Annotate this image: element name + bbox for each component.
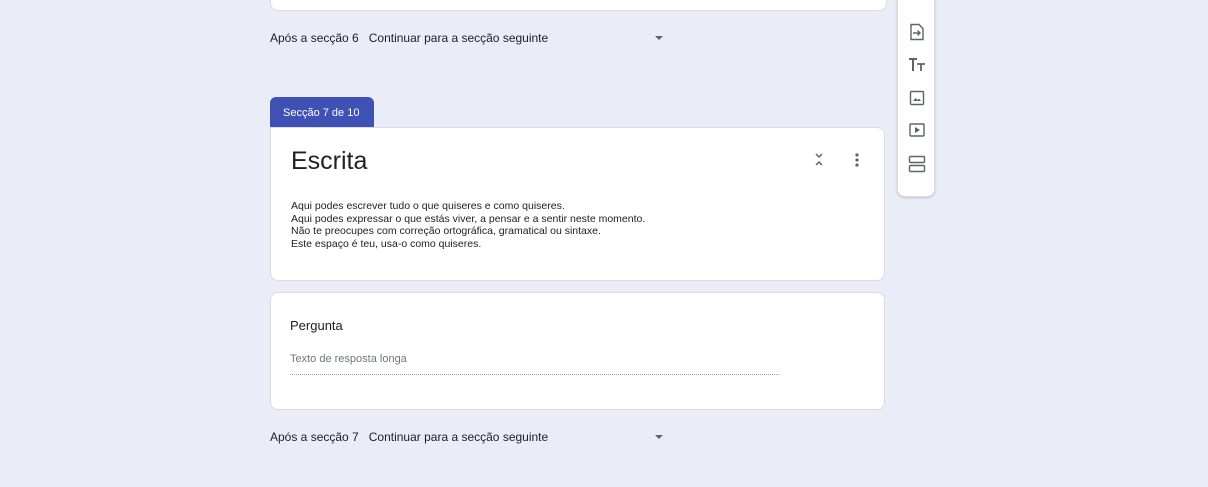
section-description[interactable]: Aqui podes escrever tudo o que quiseres … (291, 200, 645, 250)
more-vert-icon (855, 153, 859, 167)
section-tab-label: Secção 7 de 10 (283, 106, 360, 119)
add-image-icon (909, 90, 925, 106)
previous-section-card (270, 0, 887, 11)
question-card[interactable]: Pergunta Texto de resposta longa (270, 292, 885, 410)
description-line: Este espaço é teu, usa-o como quiseres. (291, 237, 482, 250)
add-image-button[interactable] (907, 88, 927, 108)
long-answer-field: Texto de resposta longa (290, 353, 779, 375)
after-section-7-label: Após a secção 7 (270, 430, 359, 444)
add-section-button[interactable] (907, 154, 927, 174)
after-section-7-selected-value: Continuar para a secção seguinte (368, 430, 549, 444)
after-section-6-select[interactable]: Continuar para a secção seguinte (369, 31, 667, 45)
more-options-button[interactable] (849, 150, 865, 172)
question-title[interactable]: Pergunta (290, 318, 343, 333)
description-line: Aqui podes expressar o que estás viver, … (291, 212, 646, 225)
import-questions-icon (910, 23, 924, 41)
after-section-6-navigation: Após a secção 6 Continuar para a secção … (270, 31, 667, 45)
description-line: Não te preocupes com correção ortográfic… (291, 225, 601, 237)
add-title-button[interactable] (907, 55, 927, 75)
add-video-button[interactable] (907, 120, 927, 140)
after-section-6-selected-value: Continuar para a secção seguinte (368, 31, 549, 45)
floating-toolbar (897, 0, 935, 197)
section-title[interactable]: Escrita (291, 147, 367, 176)
import-questions-button[interactable] (907, 22, 927, 42)
dropdown-arrow-icon (654, 435, 663, 439)
collapse-icon (815, 153, 823, 166)
section-tab: Secção 7 de 10 (270, 97, 374, 128)
dropdown-arrow-icon (654, 36, 663, 40)
add-video-icon (909, 123, 925, 137)
collapse-section-button[interactable] (811, 150, 827, 172)
after-section-6-label: Após a secção 6 (270, 31, 359, 45)
add-title-icon (909, 58, 925, 71)
add-section-icon (908, 155, 926, 173)
description-line: Aqui podes escrever tudo o que quiseres … (291, 200, 565, 212)
after-section-7-select[interactable]: Continuar para a secção seguinte (369, 430, 667, 444)
after-section-7-navigation: Após a secção 7 Continuar para a secção … (270, 430, 667, 444)
section-header-card[interactable]: Escrita Aqui podes escrever tudo o que q… (270, 127, 885, 281)
